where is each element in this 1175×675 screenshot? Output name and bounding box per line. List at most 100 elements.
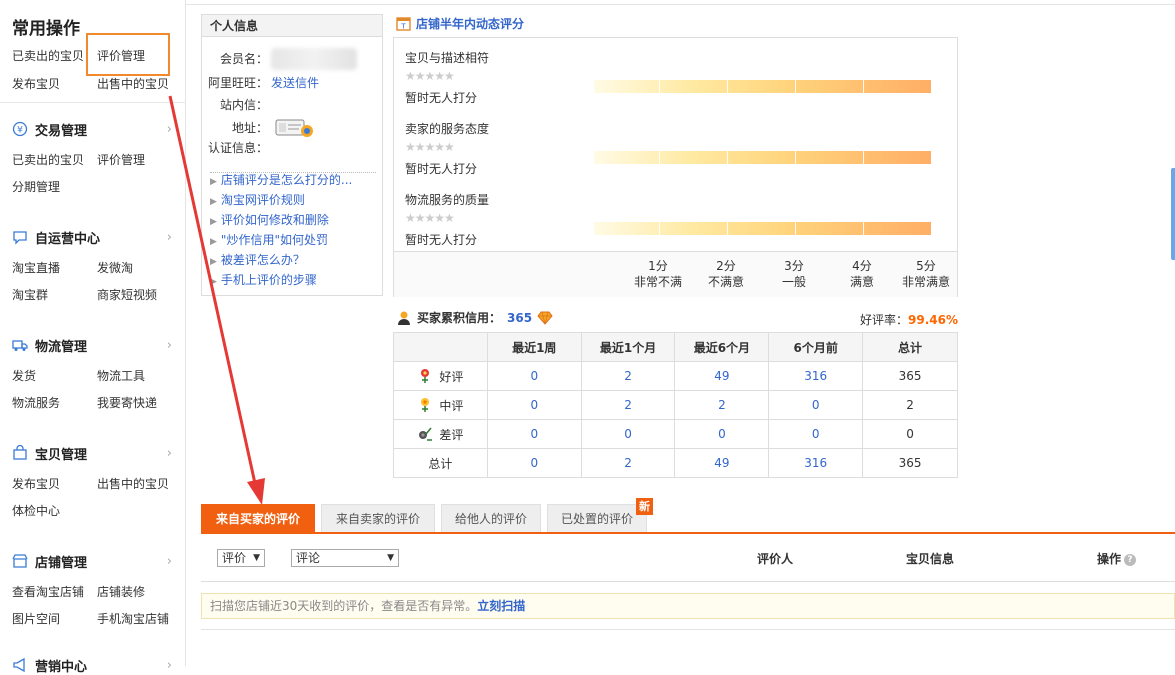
help-link-bad-review[interactable]: ▶ 被差评怎么办？	[210, 251, 305, 268]
review-filter-row: 评价 ▼ 评论 ▼ 评价人 宝贝信息 操作?	[201, 534, 1175, 582]
table-row: 中评 0 2 2 0 2	[393, 390, 958, 420]
tab-from-sellers[interactable]: 来自卖家的评价	[321, 504, 435, 533]
dynamic-rating-header: T 店铺半年内动态评分	[396, 15, 524, 32]
mobile-shop-link[interactable]: 手机淘宝店铺	[97, 610, 182, 627]
help-icon[interactable]: ?	[1124, 553, 1137, 566]
on-sale-link[interactable]: 出售中的宝贝	[97, 475, 182, 492]
station-mail-label: 站内信：	[219, 98, 268, 112]
scan-text: 扫描您店铺近30天收到的评价，查看是否有异常。	[210, 599, 478, 613]
weitao-link[interactable]: 发微淘	[97, 259, 182, 276]
member-label: 会员名：	[219, 51, 268, 66]
credit-table: 最近1周 最近1个月 最近6个月 6个月前 总计 好评 0 2 49 316 3…	[393, 332, 958, 478]
section-logistics[interactable]: 物流管理 ›	[12, 335, 172, 355]
live-link[interactable]: 淘宝直播	[12, 259, 97, 276]
rating-gradient-bar	[594, 80, 931, 93]
good-rate-value: 99.46%	[908, 313, 958, 327]
chevron-right-icon: ›	[166, 121, 172, 137]
star-rating-icon: ★★★★★	[405, 69, 455, 83]
buyer-credit-label: 买家累积信用：	[417, 311, 502, 325]
col-action: 操作	[1097, 552, 1122, 566]
rating-bad-label: 差评	[439, 427, 464, 442]
short-video-link[interactable]: 商家短视频	[97, 286, 182, 303]
scan-now-link[interactable]: 立刻扫描	[477, 599, 525, 613]
withered-flower-icon	[419, 427, 433, 441]
total-label: 总计	[393, 448, 488, 478]
scale-label-4: 4分 满意	[849, 259, 874, 289]
tab-from-buyers[interactable]: 来自买家的评价	[201, 504, 315, 533]
chevron-right-icon: ›	[166, 337, 172, 353]
logistics-service-link[interactable]: 物流服务	[12, 394, 97, 411]
shop-decoration-link[interactable]: 店铺装修	[97, 583, 182, 600]
tab-handled[interactable]: 已处置的评价	[547, 504, 647, 533]
section-trade-title: 交易管理	[35, 123, 88, 139]
rating-status: 暂时无人打分	[405, 91, 478, 105]
triangle-right-icon: ▶	[210, 257, 217, 267]
yellow-flower-icon	[421, 398, 430, 412]
section-logistics-title: 物流管理	[35, 339, 88, 355]
good-rate-label: 好评率：	[860, 313, 909, 327]
send-message-link[interactable]: 发送信件	[271, 76, 319, 90]
star-rating-icon: ★★★★★	[405, 140, 455, 154]
chevron-right-icon: ›	[166, 445, 172, 461]
help-link-rules[interactable]: ▶ 淘宝网评价规则	[210, 191, 305, 208]
table-header-row: 最近1周 最近1个月 最近6个月 6个月前 总计	[393, 332, 958, 362]
section-trade[interactable]: ¥ 交易管理 ›	[12, 119, 172, 139]
review-type-select[interactable]: 评价 ▼	[217, 549, 265, 567]
cert-label: 认证信息：	[207, 141, 268, 155]
send-express-link[interactable]: 我要寄快递	[97, 394, 182, 411]
section-items-title: 宝贝管理	[35, 447, 88, 463]
col-item-info: 宝贝信息	[906, 552, 955, 566]
triangle-right-icon: ▶	[210, 197, 217, 207]
scale-label-3: 3分 一般	[781, 259, 806, 289]
rating-scale: 1分 非常不满 2分 不满意 3分 一般 4分 满意 5分 非常满意	[394, 251, 957, 297]
help-link-modify[interactable]: ▶ 评价如何修改和删除	[210, 211, 329, 228]
chevron-right-icon: ›	[166, 553, 172, 569]
section-marketing[interactable]: 营销中心 ›	[12, 655, 172, 675]
section-self-operation-title: 自运营中心	[35, 231, 101, 247]
help-link-score[interactable]: ▶ 店铺评分是怎么打分的...	[210, 171, 352, 188]
ship-link[interactable]: 发货	[12, 367, 97, 384]
image-space-link[interactable]: 图片空间	[12, 610, 97, 627]
triangle-right-icon: ▶	[210, 177, 217, 187]
caret-down-icon: ▼	[387, 553, 394, 563]
dynamic-rating-panel: 宝贝与描述相符 ★★★★★ 暂时无人打分 卖家的服务态度 ★★★★★ 暂时无人打…	[393, 37, 958, 297]
quick-on-sale-link[interactable]: 出售中的宝贝	[97, 75, 182, 92]
buyer-credit-value: 365	[507, 310, 533, 325]
personal-info-title: 个人信息	[202, 15, 382, 37]
quick-actions-title: 常用操作	[12, 19, 80, 39]
scale-label-5: 5分 非常满意	[901, 259, 950, 289]
review-content-select[interactable]: 评论 ▼	[291, 549, 399, 567]
logistics-tools-link[interactable]: 物流工具	[97, 367, 182, 384]
installment-link[interactable]: 分期管理	[12, 178, 97, 195]
scale-label-2: 2分 不满意	[707, 259, 744, 289]
right-edge-widget[interactable]	[1171, 168, 1175, 260]
col-rater: 评价人	[757, 552, 794, 566]
rating-status: 暂时无人打分	[405, 162, 478, 176]
shop-icon	[12, 554, 28, 568]
personal-info-panel: 个人信息 会员名： 阿里旺旺： 发送信件 站内信： 地址： 认证信息： ▶ 店铺评分…	[201, 14, 383, 296]
id-card-icon	[275, 119, 313, 137]
publish-item-link[interactable]: 发布宝贝	[12, 475, 97, 492]
view-shop-link[interactable]: 查看淘宝店铺	[12, 583, 97, 600]
quick-publish-item-link[interactable]: 发布宝贝	[12, 75, 97, 92]
review-manage-link[interactable]: 评价管理	[97, 151, 182, 168]
triangle-right-icon: ▶	[210, 237, 217, 247]
rating-good-label: 好评	[439, 369, 464, 384]
section-shop[interactable]: 店铺管理 ›	[12, 551, 172, 571]
address-label: 地址：	[231, 120, 268, 135]
help-link-mobile[interactable]: ▶ 手机上评价的步骤	[210, 271, 317, 288]
section-items[interactable]: 宝贝管理 ›	[12, 443, 172, 463]
sold-items-link[interactable]: 已卖出的宝贝	[12, 151, 97, 168]
buyer-credit: 买家累积信用： 365	[396, 309, 553, 326]
help-link-fraud[interactable]: ▶ "炒作信用"如何处罚	[210, 231, 328, 248]
section-self-operation[interactable]: 自运营中心 ›	[12, 227, 172, 247]
taobao-group-link[interactable]: 淘宝群	[12, 286, 97, 303]
triangle-right-icon: ▶	[210, 277, 217, 287]
tab-given-to-others[interactable]: 给他人的评价	[441, 504, 541, 533]
sidebar: 常用操作 已卖出的宝贝 评价管理 发布宝贝 出售中的宝贝 ¥ 交易管理 › 已卖出的…	[0, 0, 186, 675]
quick-sold-items-link[interactable]: 已卖出的宝贝	[12, 47, 97, 64]
member-name-blurred	[271, 48, 357, 70]
health-check-link[interactable]: 体检中心	[12, 502, 97, 519]
svg-text:T: T	[400, 23, 406, 31]
red-flower-icon	[421, 369, 430, 383]
